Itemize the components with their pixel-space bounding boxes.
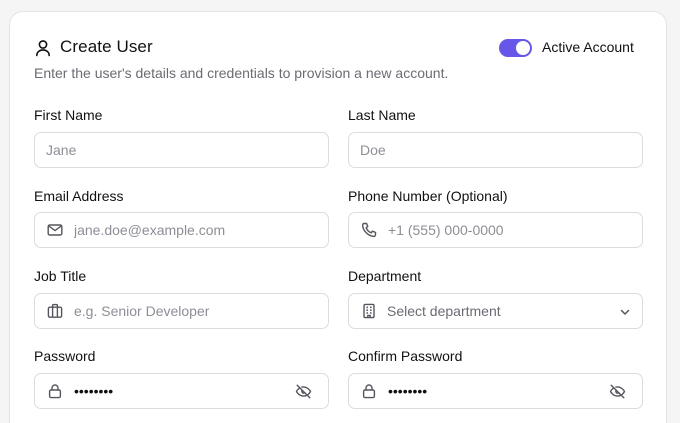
password-field-box	[34, 373, 329, 409]
page-title: Create User	[60, 37, 153, 56]
active-account-label: Active Account	[542, 39, 634, 55]
password-label: Password	[34, 348, 96, 364]
confirm-password-input[interactable]	[388, 374, 598, 408]
active-account-toggle[interactable]	[499, 39, 532, 57]
phone-field-box	[348, 212, 643, 248]
job-title-input[interactable]	[74, 294, 319, 328]
email-input[interactable]	[74, 213, 319, 247]
chevron-down-icon	[618, 305, 632, 319]
confirm-password-field-box	[348, 373, 643, 409]
department-label: Department	[348, 268, 422, 284]
job-title-label: Job Title	[34, 268, 87, 284]
email-label: Email Address	[34, 188, 124, 204]
first-name-field-box	[34, 132, 329, 168]
mail-icon	[47, 222, 63, 238]
eye-off-icon[interactable]	[295, 383, 312, 400]
lock-icon	[47, 383, 63, 399]
phone-label: Phone Number (Optional)	[348, 188, 508, 204]
password-input[interactable]	[74, 374, 284, 408]
last-name-label: Last Name	[348, 107, 416, 123]
toggle-knob	[516, 41, 530, 55]
page-subtitle: Enter the user's details and credentials…	[34, 65, 449, 81]
department-select[interactable]: Select department	[348, 293, 643, 329]
confirm-password-label: Confirm Password	[348, 348, 463, 364]
user-icon	[35, 39, 51, 57]
email-field-box	[34, 212, 329, 248]
phone-icon	[361, 222, 377, 238]
briefcase-icon	[47, 303, 63, 319]
create-user-card: Create User Enter the user's details and…	[9, 11, 667, 423]
department-select-value: Select department	[387, 303, 501, 319]
first-name-input[interactable]	[46, 133, 316, 167]
last-name-input[interactable]	[360, 133, 630, 167]
lock-icon	[361, 383, 377, 399]
phone-input[interactable]	[388, 213, 633, 247]
building-icon	[361, 303, 377, 319]
last-name-field-box	[348, 132, 643, 168]
job-title-field-box	[34, 293, 329, 329]
first-name-label: First Name	[34, 107, 103, 123]
eye-off-icon[interactable]	[609, 383, 626, 400]
